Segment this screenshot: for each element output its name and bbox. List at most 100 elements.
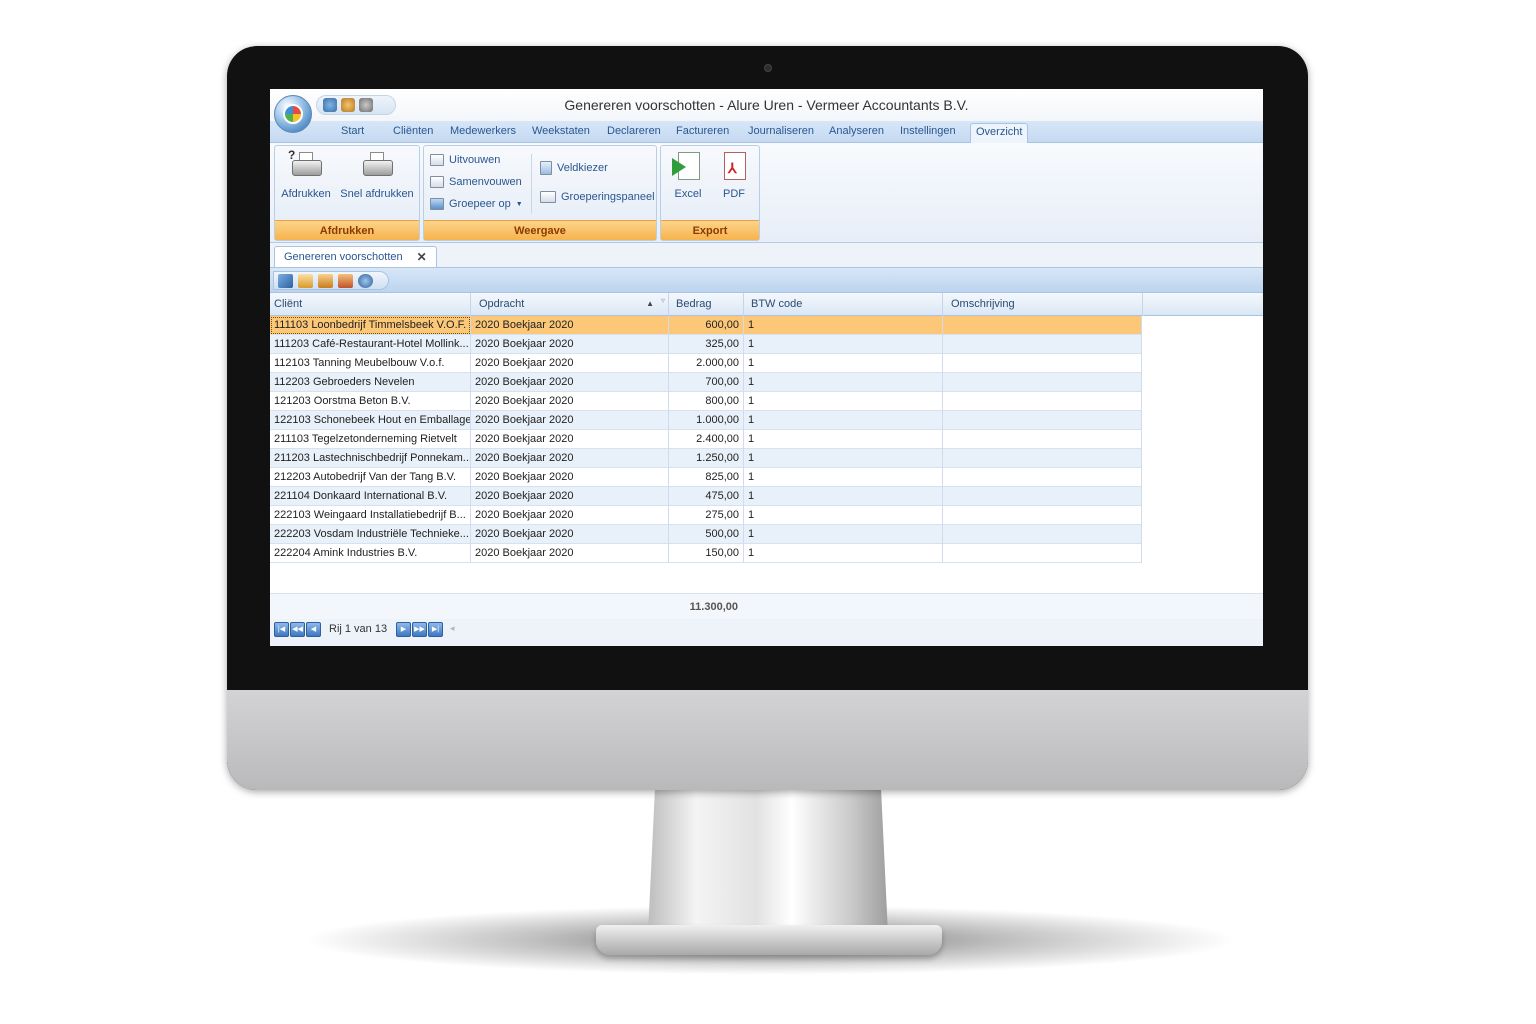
grid-icon[interactable]: [298, 273, 313, 288]
field-chooser-button[interactable]: Veldkiezer: [540, 161, 608, 175]
cell-btw[interactable]: 1: [744, 411, 943, 430]
column-header-client[interactable]: Cliënt: [270, 293, 471, 316]
table-row[interactable]: 222204 Amink Industries B.V. 2020 Boekjaa…: [270, 544, 1142, 563]
cell-bedrag[interactable]: 1.000,00: [669, 411, 744, 430]
previous-record-icon[interactable]: ◀: [306, 622, 321, 637]
cell-btw[interactable]: 1: [744, 468, 943, 487]
table-row[interactable]: 222103 Weingaard Installatiebedrijf B...…: [270, 506, 1142, 525]
cell-bedrag[interactable]: 2.000,00: [669, 354, 744, 373]
export-grid-icon[interactable]: [318, 273, 333, 288]
cell-opdracht[interactable]: 2020 Boekjaar 2020: [471, 487, 669, 506]
cell-omschrijving[interactable]: [943, 430, 1142, 449]
cell-omschrijving[interactable]: [943, 335, 1142, 354]
tab-overzicht[interactable]: Overzicht: [970, 123, 1029, 144]
cell-omschrijving[interactable]: [943, 487, 1142, 506]
scroll-left-icon[interactable]: ◂: [450, 623, 455, 634]
first-record-icon[interactable]: |◀: [274, 622, 289, 637]
table-row[interactable]: 211203 Lastechnischbedrijf Ponnekam... 20…: [270, 449, 1142, 468]
next-record-icon[interactable]: ▶: [396, 622, 411, 637]
cell-btw[interactable]: 1: [744, 373, 943, 392]
cell-omschrijving[interactable]: [943, 544, 1142, 563]
edit-icon[interactable]: [278, 273, 293, 288]
document-tab[interactable]: Genereren voorschotten ✕: [274, 246, 437, 267]
cell-client[interactable]: 111103 Loonbedrijf Timmelsbeek V.O.F.: [270, 316, 471, 335]
cell-btw[interactable]: 1: [744, 335, 943, 354]
tab-factureren[interactable]: Factureren: [676, 125, 729, 137]
cell-opdracht[interactable]: 2020 Boekjaar 2020: [471, 335, 669, 354]
application-menu-button[interactable]: [274, 95, 312, 133]
last-record-icon[interactable]: ▶|: [428, 622, 443, 637]
table-row[interactable]: 111203 Café-Restaurant-Hotel Mollink... 2…: [270, 335, 1142, 354]
cell-omschrijving[interactable]: [943, 373, 1142, 392]
cell-bedrag[interactable]: 325,00: [669, 335, 744, 354]
cell-opdracht[interactable]: 2020 Boekjaar 2020: [471, 525, 669, 544]
cell-btw[interactable]: 1: [744, 449, 943, 468]
column-header-btw[interactable]: BTW code: [744, 293, 943, 316]
cell-bedrag[interactable]: 475,00: [669, 487, 744, 506]
cell-opdracht[interactable]: 2020 Boekjaar 2020: [471, 430, 669, 449]
cell-bedrag[interactable]: 800,00: [669, 392, 744, 411]
tab-journaliseren[interactable]: Journaliseren: [748, 125, 814, 137]
cell-btw[interactable]: 1: [744, 525, 943, 544]
cell-omschrijving[interactable]: [943, 449, 1142, 468]
tab-start[interactable]: Start: [341, 125, 364, 137]
cell-client[interactable]: 211203 Lastechnischbedrijf Ponnekam...: [270, 449, 471, 468]
export-excel-button[interactable]: Excel: [667, 152, 709, 200]
cell-bedrag[interactable]: 600,00: [669, 316, 744, 335]
close-icon[interactable]: ✕: [417, 250, 427, 264]
filter-icon[interactable]: ▿: [661, 290, 665, 312]
cell-opdracht[interactable]: 2020 Boekjaar 2020: [471, 316, 669, 335]
column-header-bedrag[interactable]: Bedrag: [669, 293, 744, 316]
group-by-dropdown[interactable]: Groepeer op ▼: [430, 198, 523, 210]
cell-omschrijving[interactable]: [943, 468, 1142, 487]
cell-client[interactable]: 122103 Schonebeek Hout en Emballage: [270, 411, 471, 430]
previous-page-icon[interactable]: ◀◀: [290, 622, 305, 637]
cell-btw[interactable]: 1: [744, 354, 943, 373]
cell-client[interactable]: 222204 Amink Industries B.V.: [270, 544, 471, 563]
table-row[interactable]: 212203 Autobedrijf Van der Tang B.V. 2020…: [270, 468, 1142, 487]
table-row[interactable]: 112203 Gebroeders Nevelen 2020 Boekjaar 2…: [270, 373, 1142, 392]
cell-opdracht[interactable]: 2020 Boekjaar 2020: [471, 506, 669, 525]
table-row[interactable]: 222203 Vosdam Industriële Technieke... 20…: [270, 525, 1142, 544]
cell-omschrijving[interactable]: [943, 506, 1142, 525]
expand-button[interactable]: Uitvouwen: [430, 154, 500, 166]
cell-opdracht[interactable]: 2020 Boekjaar 2020: [471, 449, 669, 468]
cell-client[interactable]: 221104 Donkaard International B.V.: [270, 487, 471, 506]
cell-opdracht[interactable]: 2020 Boekjaar 2020: [471, 354, 669, 373]
cell-btw[interactable]: 1: [744, 544, 943, 563]
quick-print-button[interactable]: Snel afdrukken: [339, 152, 415, 200]
export-pdf-button[interactable]: ⅄ PDF: [713, 152, 755, 200]
table-row[interactable]: 211103 Tegelzetonderneming Rietvelt 2020 …: [270, 430, 1142, 449]
column-header-opdracht[interactable]: Opdracht ▲ ▿: [471, 293, 669, 316]
next-page-icon[interactable]: ▶▶: [412, 622, 427, 637]
cell-btw[interactable]: 1: [744, 316, 943, 335]
cell-bedrag[interactable]: 2.400,00: [669, 430, 744, 449]
cell-client[interactable]: 121203 Oorstma Beton B.V.: [270, 392, 471, 411]
cell-opdracht[interactable]: 2020 Boekjaar 2020: [471, 411, 669, 430]
group-panel-button[interactable]: Groeperingspaneel: [540, 191, 655, 203]
cell-btw[interactable]: 1: [744, 487, 943, 506]
cell-omschrijving[interactable]: [943, 354, 1142, 373]
tab-analyseren[interactable]: Analyseren: [829, 125, 884, 137]
cell-btw[interactable]: 1: [744, 392, 943, 411]
table-row[interactable]: 122103 Schonebeek Hout en Emballage 2020 …: [270, 411, 1142, 430]
cell-client[interactable]: 222203 Vosdam Industriële Technieke...: [270, 525, 471, 544]
table-row[interactable]: 112103 Tanning Meubelbouw V.o.f. 2020 Boe…: [270, 354, 1142, 373]
cell-omschrijving[interactable]: [943, 525, 1142, 544]
refresh-grid-icon[interactable]: [358, 273, 373, 288]
cell-bedrag[interactable]: 1.250,00: [669, 449, 744, 468]
cell-opdracht[interactable]: 2020 Boekjaar 2020: [471, 468, 669, 487]
cell-client[interactable]: 112203 Gebroeders Nevelen: [270, 373, 471, 392]
tab-weekstaten[interactable]: Weekstaten: [532, 125, 590, 137]
cell-opdracht[interactable]: 2020 Boekjaar 2020: [471, 544, 669, 563]
cell-btw[interactable]: 1: [744, 506, 943, 525]
cell-omschrijving[interactable]: [943, 316, 1142, 335]
report-icon[interactable]: [338, 273, 353, 288]
cell-client[interactable]: 222103 Weingaard Installatiebedrijf B...: [270, 506, 471, 525]
cell-client[interactable]: 212203 Autobedrijf Van der Tang B.V.: [270, 468, 471, 487]
tab-clienten[interactable]: Cliënten: [393, 125, 433, 137]
table-row[interactable]: 121203 Oorstma Beton B.V. 2020 Boekjaar 2…: [270, 392, 1142, 411]
cell-opdracht[interactable]: 2020 Boekjaar 2020: [471, 373, 669, 392]
cell-bedrag[interactable]: 150,00: [669, 544, 744, 563]
cell-opdracht[interactable]: 2020 Boekjaar 2020: [471, 392, 669, 411]
